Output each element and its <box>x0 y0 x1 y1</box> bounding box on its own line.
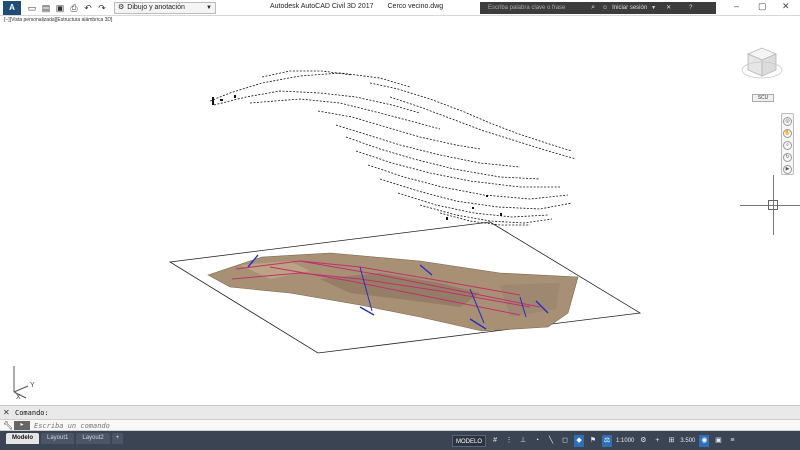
isolate-objects-icon[interactable]: ◉ <box>699 434 710 447</box>
viewcube[interactable] <box>740 40 784 84</box>
print-icon[interactable]: ⎙ <box>68 2 80 14</box>
snap-icon[interactable]: ⋮ <box>504 435 514 447</box>
polar-icon[interactable]: ◔ <box>532 435 542 447</box>
tab-modelo[interactable]: Modelo <box>6 433 39 444</box>
file-name: Cerco vecino.dwg <box>387 3 444 10</box>
command-prompt-icon[interactable]: ▸ <box>14 421 30 430</box>
osnap-tracking-icon[interactable]: ◆ <box>574 434 585 447</box>
gear-icon: ⚙ <box>118 4 125 11</box>
cursor-pickbox <box>768 200 778 210</box>
annotation-visibility-icon[interactable]: ⚑ <box>588 435 598 447</box>
exchange-icon[interactable]: ✕ <box>666 2 671 14</box>
units-icon[interactable]: ⊞ <box>666 435 676 447</box>
layout-tabs: Modelo Layout1 Layout2 + <box>6 433 124 444</box>
redo-icon[interactable]: ↷ <box>96 2 108 14</box>
minimize-icon[interactable]: – <box>734 1 739 11</box>
application-menu-button[interactable]: A <box>3 1 21 15</box>
navigation-bar: ◎ ✋ ⌕ ↻ ▶ <box>781 113 794 175</box>
ortho-icon[interactable]: ⊥ <box>518 435 528 447</box>
command-history-text: Comando: <box>15 409 49 417</box>
pan-icon[interactable]: ✋ <box>783 129 792 138</box>
annotation-scale-icon[interactable]: ⚖ <box>602 434 613 447</box>
workspace-label: Dibujo y anotación <box>127 4 185 11</box>
status-bar: Modelo Layout1 Layout2 + MODELO # ⋮ ⊥ ◔ … <box>0 431 800 450</box>
status-tray: MODELO # ⋮ ⊥ ◔ ╲ ◻ ◆ ⚑ ⚖ 1:1000 ⚙ + ⊞ 3.… <box>452 434 737 447</box>
isodraft-icon[interactable]: ╲ <box>546 435 556 447</box>
object-snap-icon[interactable]: ◻ <box>560 435 570 447</box>
title-bar: A ▭ ▤ ▣ ⎙ ↶ ↷ ⚙ Dibujo y anotación ▼ Aut… <box>0 0 800 16</box>
wrench-icon[interactable]: 🔧︎ <box>3 421 13 430</box>
add-layout-button[interactable]: + <box>111 433 124 444</box>
steeringwheel-icon[interactable]: ◎ <box>783 117 792 126</box>
ucs-y-label: Y <box>30 382 35 389</box>
close-icon[interactable]: ✕ <box>3 408 10 417</box>
maximize-icon[interactable]: ▢ <box>758 1 767 12</box>
close-icon[interactable]: ✕ <box>782 1 790 12</box>
showmotion-icon[interactable]: ▶ <box>783 165 792 174</box>
chevron-down-icon: ▼ <box>651 5 657 11</box>
app-name: Autodesk AutoCAD Civil 3D 2017 <box>270 3 374 10</box>
tab-layout2[interactable]: Layout2 <box>76 433 110 444</box>
quick-access-toolbar: ▭ ▤ ▣ ⎙ ↶ ↷ <box>26 1 108 15</box>
new-icon[interactable]: ▭ <box>26 2 38 14</box>
annotation-scale[interactable]: 1:1000 <box>616 435 634 447</box>
search-placeholder: Escriba palabra clave o frase <box>488 5 566 11</box>
customization-icon[interactable]: ≡ <box>727 435 737 447</box>
wcs-menu[interactable]: SCU <box>752 94 774 102</box>
search-icon[interactable]: ⌕ <box>591 2 595 14</box>
contour-lines <box>209 70 577 226</box>
signin-label: Iniciar sesión <box>612 5 648 11</box>
chevron-down-icon: ▼ <box>206 5 212 11</box>
open-icon[interactable]: ▤ <box>40 2 52 14</box>
model-space-button[interactable]: MODELO <box>452 434 487 447</box>
ucs-x-label: X <box>16 394 21 400</box>
command-input[interactable] <box>34 420 774 431</box>
autocad-window: A ▭ ▤ ▣ ⎙ ↶ ↷ ⚙ Dibujo y anotación ▼ Aut… <box>0 0 800 450</box>
search-box[interactable]: Escriba palabra clave o frase ⌕ <box>480 2 598 14</box>
orbit-icon[interactable]: ↻ <box>783 153 792 162</box>
precision-value[interactable]: 3.500 <box>680 435 695 447</box>
command-line: 🔧︎ ▸ <box>0 419 800 431</box>
tab-layout1[interactable]: Layout1 <box>41 433 75 444</box>
ucs-icon: Y X <box>13 366 35 400</box>
save-icon[interactable]: ▣ <box>54 2 66 14</box>
user-icon: ☺ <box>602 5 609 11</box>
help-icon[interactable]: ? <box>689 2 692 14</box>
undo-icon[interactable]: ↶ <box>82 2 94 14</box>
workspace-selector[interactable]: ⚙ Dibujo y anotación ▼ <box>114 2 216 14</box>
plus-icon[interactable]: + <box>652 435 662 447</box>
drawing-area[interactable] <box>0 17 800 405</box>
signin-area[interactable]: ☺ Iniciar sesión ▼ ✕ ? <box>598 2 716 14</box>
workspace-switch-icon[interactable]: ⚙ <box>638 435 648 447</box>
command-history: ✕ Comando: <box>0 405 800 419</box>
grid-icon[interactable]: # <box>490 435 500 447</box>
zoom-icon[interactable]: ⌕ <box>783 141 792 150</box>
window-title: Autodesk AutoCAD Civil 3D 2017 Cerco veci… <box>270 3 443 10</box>
clean-screen-icon[interactable]: ▣ <box>713 435 723 447</box>
